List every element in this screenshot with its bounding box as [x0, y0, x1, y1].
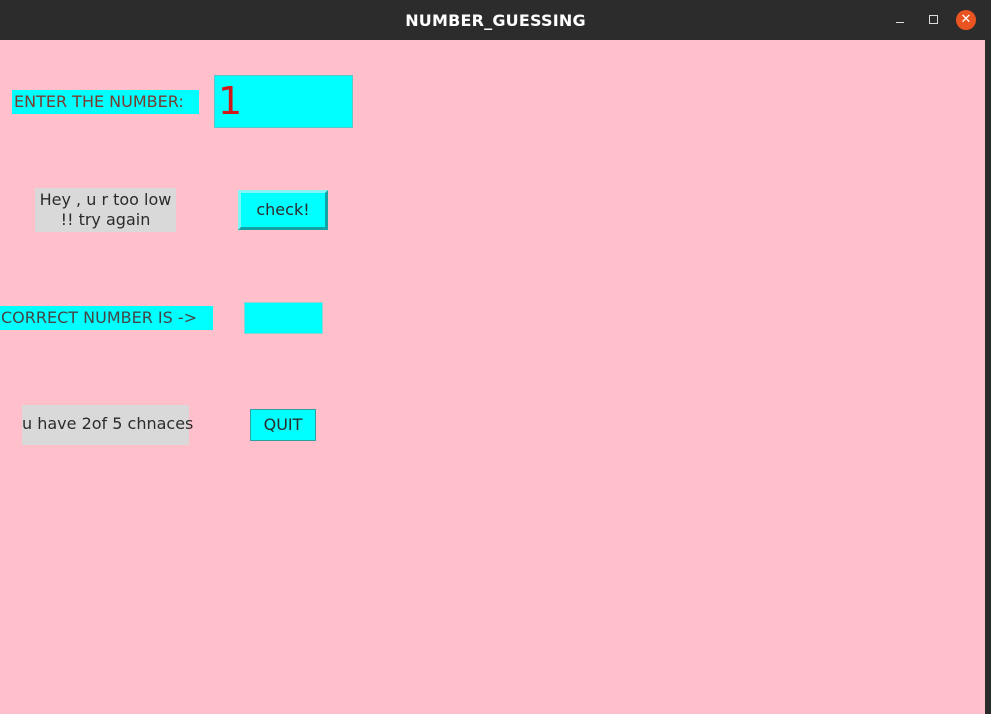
- number-entry-field[interactable]: 1: [214, 75, 353, 128]
- hint-message: Hey , u r too low !! try again: [35, 188, 176, 232]
- chances-remaining-label: u have 2of 5 chnaces: [22, 405, 193, 445]
- window-title: NUMBER_GUESSING: [405, 11, 586, 30]
- quit-button[interactable]: QUIT: [250, 409, 316, 441]
- window-edge: [985, 40, 991, 714]
- minimize-button[interactable]: [890, 10, 910, 30]
- close-button[interactable]: ✕: [956, 10, 976, 30]
- window-titlebar[interactable]: NUMBER_GUESSING ✕: [0, 0, 991, 40]
- window-content: ENTER THE NUMBER: 1 Hey , u r too low !!…: [0, 40, 985, 714]
- enter-number-label: ENTER THE NUMBER:: [12, 90, 199, 114]
- maximize-button[interactable]: [923, 10, 943, 30]
- correct-number-label: CORRECT NUMBER IS ->: [0, 306, 213, 330]
- maximize-icon: [928, 15, 938, 24]
- minimize-icon: [896, 21, 904, 24]
- close-icon: ✕: [960, 12, 972, 27]
- check-button[interactable]: check!: [238, 190, 328, 230]
- correct-number-field[interactable]: [244, 302, 323, 334]
